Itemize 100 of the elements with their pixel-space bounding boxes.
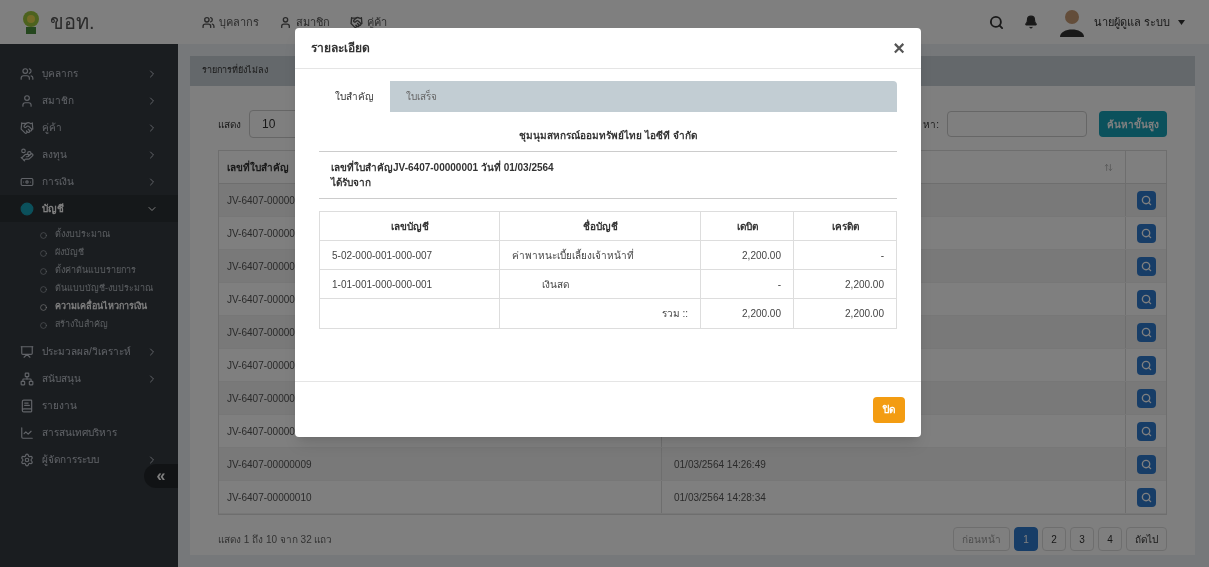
table-cell-text: 2,200.00 [742, 248, 781, 263]
search-icon[interactable] [988, 14, 1004, 30]
view-button[interactable] [1136, 487, 1156, 507]
table-cell-text: 5-02-000-001-000-007 [332, 248, 433, 263]
view-button[interactable] [1136, 223, 1156, 243]
total-label: รวม :: [661, 307, 688, 321]
bullet-icon [40, 303, 47, 311]
table-cell: JV-6407-00000 [227, 392, 295, 404]
presentation-icon [20, 344, 34, 359]
column-header: เดบิต [736, 219, 758, 234]
sidebar-item[interactable]: การเงิน [0, 168, 178, 195]
hand-coins-icon [20, 147, 34, 162]
submenu-item[interactable]: สร้างใบสำคัญ [0, 316, 178, 334]
sidebar-item[interactable]: บุคลากร [0, 60, 178, 87]
line-chart-icon [20, 425, 34, 440]
logo-icon [20, 9, 42, 35]
table-cell: JV-6407-00000 [227, 293, 295, 305]
close-dialog-button[interactable]: ปิด [873, 396, 905, 423]
company-name: ชุมนุมสหกรณ์ออมทรัพย์ไทย ไอซีที จำกัด [518, 128, 698, 144]
search-field[interactable] [947, 111, 1087, 137]
view-button[interactable] [1136, 388, 1156, 408]
view-button[interactable] [1136, 355, 1156, 375]
search-icon [1140, 293, 1152, 305]
nav-link[interactable]: คู่ค้า [350, 13, 387, 31]
avatar-icon [1057, 7, 1086, 37]
search-icon [1140, 458, 1152, 470]
users-icon [202, 15, 215, 29]
search-icon [1140, 425, 1152, 437]
submenu-item[interactable]: ตั้งค่าต้นแบบรายการ [0, 262, 178, 280]
sort-icon[interactable] [1104, 162, 1113, 172]
tab[interactable]: ใบสำคัญ [319, 81, 390, 112]
table-cell: JV-6407-00000009 [227, 458, 312, 470]
network-icon [20, 371, 34, 386]
brand-name: ขอท. [50, 10, 95, 35]
sidebar-item[interactable]: ลงทุน [0, 141, 178, 168]
table-cell: ค่าพาหนะเบี้ยเลี้ยงเจ้าหน้าที่ [512, 247, 634, 263]
table-cell: JV-6407-00000 [227, 260, 295, 272]
sidebar-item[interactable]: สนับสนุน [0, 365, 178, 392]
table-cell-text: 01/03/2564 14:26:49 [674, 457, 766, 472]
book-icon [20, 398, 34, 413]
column-header[interactable]: เลขที่ใบสำคัญ [227, 159, 289, 175]
dialog-title: รายละเอียด [311, 40, 370, 57]
bullet-icon [40, 249, 47, 257]
sidebar-item[interactable]: ประมวลผล/วิเคราะห์ [0, 338, 178, 365]
search-icon [1140, 194, 1152, 206]
view-button[interactable] [1136, 256, 1156, 276]
bullet-icon [40, 231, 47, 239]
view-button[interactable] [1136, 322, 1156, 342]
advanced-search-button[interactable]: ค้นหาขั้นสูง [1099, 111, 1167, 137]
search-label: หา: [923, 117, 939, 132]
nav-link[interactable]: บุคลากร [202, 13, 259, 31]
column-header: ชื่อบัญชี [582, 218, 618, 234]
submenu-item[interactable]: ต้นแบบบัญชี-งบประมาณ [0, 280, 178, 298]
page-button[interactable]: 4 [1098, 527, 1122, 551]
submenu-item[interactable]: ตั้งงบประมาณ [0, 226, 178, 244]
sidebar-item[interactable]: รายงาน [0, 392, 178, 419]
panel-title: รายการที่ยังไม่ลง [202, 64, 268, 78]
users-icon [20, 66, 34, 81]
table-cell-text: 01/03/2564 14:28:34 [674, 490, 766, 505]
user-icon [20, 93, 34, 108]
nav-link[interactable]: สมาชิก [279, 13, 330, 31]
submenu-item[interactable]: ความเคลื่อนไหวการเงิน [0, 298, 178, 316]
sidebar-item[interactable]: คู่ค้า [0, 114, 178, 141]
table-cell: JV-6407-00000 [227, 227, 295, 239]
table-cell: JV-6407-00000 [227, 194, 295, 206]
bullet-icon [40, 267, 47, 275]
view-button[interactable] [1136, 190, 1156, 210]
sidebar-item[interactable]: สมาชิก [0, 87, 178, 114]
table-cell-text: 2,200.00 [845, 307, 884, 321]
caret-icon[interactable] [1178, 19, 1185, 25]
show-label: แสดง [218, 117, 241, 132]
next-page-button[interactable]: ถัดไป [1126, 527, 1167, 551]
view-button[interactable] [1136, 421, 1156, 441]
table-cell: JV-6407-00000 [227, 425, 295, 437]
sidebar-item[interactable]: สารสนเทศบริหาร [0, 419, 178, 446]
collapse-button[interactable]: « [144, 464, 178, 488]
user-icon [279, 15, 292, 29]
handshake-icon [350, 15, 363, 29]
table-cell-text: เงินสด [541, 277, 569, 292]
page-button[interactable]: 3 [1070, 527, 1094, 551]
table-cell: JV-6407-00000 [227, 359, 295, 371]
table-cell-text: - [777, 277, 781, 292]
bell-icon[interactable] [1023, 15, 1038, 29]
page-button[interactable]: 2 [1042, 527, 1066, 551]
view-button[interactable] [1136, 454, 1156, 474]
page-button[interactable]: 1 [1014, 527, 1038, 551]
submenu-item[interactable]: ผังบัญชี [0, 244, 178, 262]
bullet-icon [40, 321, 47, 329]
table-cell: JV-6407-00000010 [227, 491, 312, 503]
table-cell-text: 2,200.00 [845, 277, 884, 292]
close-button[interactable]: × [893, 33, 905, 63]
sidebar-item[interactable]: บัญชี [0, 195, 178, 222]
view-button[interactable] [1136, 289, 1156, 309]
voucher-info: เลขที่ใบสำคัญJV-6407-00000001 วันที่ 01/03/2564 [331, 160, 555, 175]
table-cell-text: 2,200.00 [742, 307, 781, 321]
received-from-label: ได้รับจาก [331, 175, 372, 190]
table-cell-text: - [880, 248, 884, 263]
gear-icon [20, 452, 34, 467]
search-icon [1140, 260, 1152, 272]
user-name[interactable]: นายผู้ดูแล ระบบ [1093, 13, 1170, 31]
